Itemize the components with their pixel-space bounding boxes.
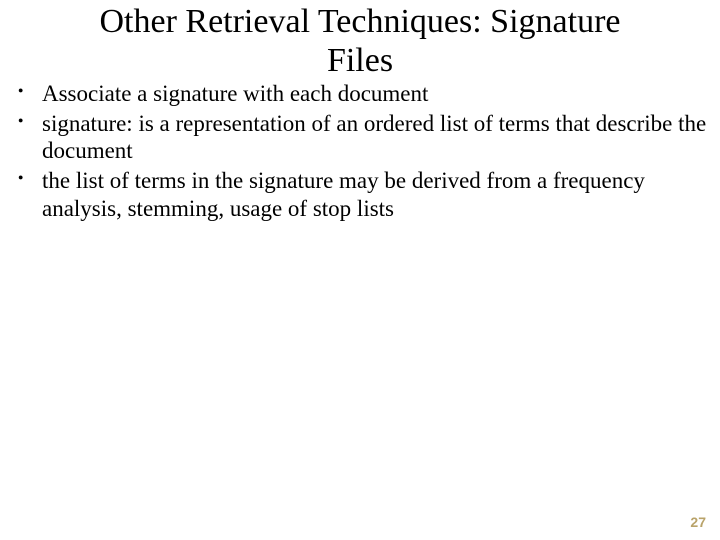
title-line-1: Other Retrieval Techniques: Signature bbox=[99, 3, 620, 40]
list-item: Associate a signature with each document bbox=[12, 80, 708, 108]
slide: Other Retrieval Techniques: Signature Fi… bbox=[0, 0, 720, 540]
slide-body: Associate a signature with each document… bbox=[0, 80, 720, 222]
page-number: 27 bbox=[690, 514, 706, 530]
bullet-text: signature: is a representation of an ord… bbox=[42, 111, 706, 164]
bullet-text: the list of terms in the signature may b… bbox=[42, 168, 645, 221]
list-item: signature: is a representation of an ord… bbox=[12, 110, 708, 165]
slide-title: Other Retrieval Techniques: Signature Fi… bbox=[0, 0, 720, 80]
bullet-list: Associate a signature with each document… bbox=[12, 80, 708, 222]
list-item: the list of terms in the signature may b… bbox=[12, 167, 708, 222]
title-line-2: Files bbox=[327, 42, 393, 79]
bullet-text: Associate a signature with each document bbox=[42, 81, 428, 106]
